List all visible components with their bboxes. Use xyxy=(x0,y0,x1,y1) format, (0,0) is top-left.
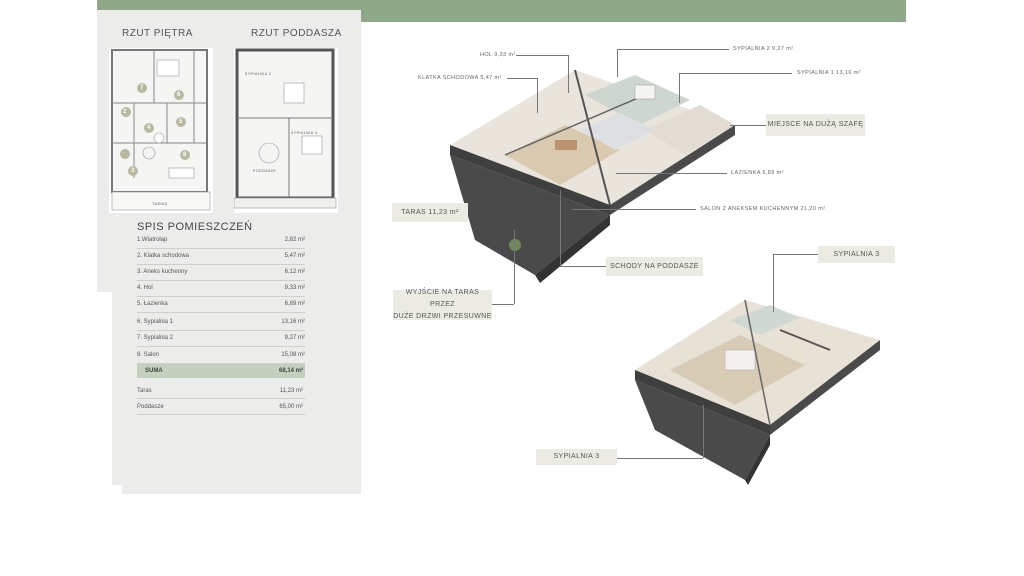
panel-strip xyxy=(97,292,112,494)
room-row: 7. Sypialnia 2 9,27 m² xyxy=(137,330,305,347)
callout-line xyxy=(537,78,538,113)
extra-area: 11,23 m² xyxy=(279,388,303,394)
room-area: 13,16 m² xyxy=(281,319,305,325)
room-number: 2 xyxy=(123,109,127,115)
room-row: 8. Salon 15,08 m² xyxy=(137,347,305,364)
attic-label-sypialnia2: SYPIALNIA 2 xyxy=(245,72,272,76)
room-name: 7. Sypialnia 2 xyxy=(137,335,174,341)
room-row: 4. Hol 9,33 m² xyxy=(137,280,305,297)
room-row: 3. Aneks kuchenny 6,12 m² xyxy=(137,264,305,281)
tag-taras: TARAS 11,23 m² xyxy=(392,203,468,222)
room-number-labels: 1 2 3 4 5 6 7 8 xyxy=(109,48,213,213)
attic-label-poddasze: PODDASZE xyxy=(253,169,277,173)
room-area: 2,82 m² xyxy=(284,237,305,243)
tag-schody: SCHODY NA PODDASZE xyxy=(606,257,703,276)
extra-name: Taras xyxy=(137,388,152,394)
tag-wyjscie-line2: DUŻE DRZWI PRZESUWNE xyxy=(393,313,492,320)
room-name: 5. Łazienka xyxy=(137,301,168,307)
callout-sypialnia1: SYPIALNIA 1 13,16 m² xyxy=(797,70,861,76)
room-name: 4. Hol xyxy=(137,285,153,291)
room-number: 1 xyxy=(149,133,153,139)
extra-name: Poddasze xyxy=(137,404,164,410)
callout-klatka: KLATKA SCHODOWA 5,47 m² xyxy=(418,75,502,81)
room-area: 15,08 m² xyxy=(281,352,305,358)
room-row: 6. Sypialnia 1 13,16 m² xyxy=(137,314,305,331)
callout-line xyxy=(773,254,818,255)
callout-line xyxy=(572,209,696,210)
extra-row: Poddasze 65,00 m² xyxy=(137,400,305,415)
room-name: 1.Wiatrołap xyxy=(137,237,168,243)
room-number: 6 xyxy=(177,92,181,98)
callout-lazienka: ŁAZIENKA 6,89 m² xyxy=(731,170,784,176)
room-area: 6,89 m² xyxy=(284,301,305,307)
sum-row: SUMA 68,14 m² xyxy=(137,364,305,378)
room-number: 4 xyxy=(147,125,151,131)
attic-3d-render xyxy=(635,299,880,485)
callout-line xyxy=(616,173,727,174)
attic-label-sypialnia4: SYPIALNIA 4 xyxy=(291,131,318,135)
attic-plan-title: RZUT PODDASZA xyxy=(251,28,342,39)
tag-szafa: MIEJSCE NA DUŻĄ SZAFĘ xyxy=(766,114,865,136)
callout-line xyxy=(617,49,729,50)
room-row: 2. Klatka schodowa 5,47 m² xyxy=(137,248,305,265)
callout-line xyxy=(560,190,561,266)
room-name: 3. Aneks kuchenny xyxy=(137,269,188,275)
callout-line xyxy=(617,458,703,459)
extra-row: Taras 11,23 m² xyxy=(137,384,305,399)
callout-line xyxy=(492,304,514,305)
room-row: 1.Wiatrołap 2,82 m² xyxy=(137,232,305,249)
room-number: 3 xyxy=(131,168,135,174)
callout-line xyxy=(679,73,792,74)
callout-line xyxy=(703,405,704,458)
callout-line xyxy=(773,254,774,312)
floor-3d-render xyxy=(450,69,735,283)
room-area: 9,27 m² xyxy=(284,335,305,341)
room-row: 5. Łazienka 6,89 m² xyxy=(137,296,305,313)
callout-hol: HOL 9,33 m² xyxy=(480,52,516,58)
room-number: 5 xyxy=(179,119,183,125)
room-number: 7 xyxy=(140,85,144,91)
callout-salon: SALON Z ANEKSEM KUCHENNYM 21,20 m² xyxy=(700,206,826,212)
callout-sypialnia2: SYPIALNIA 2 9,27 m² xyxy=(733,46,794,52)
sum-label: SUMA xyxy=(145,368,163,374)
callout-line xyxy=(730,125,766,126)
extra-area: 65,00 m² xyxy=(279,404,303,410)
room-area: 5,47 m² xyxy=(284,253,305,259)
room-area: 9,33 m² xyxy=(284,285,305,291)
panel-strip-bottom xyxy=(112,485,122,494)
callout-line xyxy=(516,55,568,56)
tag-sypialnia3-bottom: SYPIALNIA 3 xyxy=(536,449,617,465)
tag-wyjscie-line1: WYJŚCIE NA TARAS PRZEZ xyxy=(405,289,480,308)
room-area: 6,12 m² xyxy=(284,269,305,275)
floor-plan-title: RZUT PIĘTRA xyxy=(122,28,193,39)
callout-line xyxy=(507,78,537,79)
room-name: 2. Klatka schodowa xyxy=(137,253,190,259)
callout-line xyxy=(560,266,606,267)
callout-line xyxy=(514,230,515,304)
room-name: 6. Sypialnia 1 xyxy=(137,319,174,325)
callout-line xyxy=(617,49,618,77)
callout-line xyxy=(568,55,569,93)
callout-line xyxy=(679,73,680,103)
tag-wyjscie: WYJŚCIE NA TARAS PRZEZ DUŻE DRZWI PRZESU… xyxy=(393,289,492,320)
room-name: 8. Salon xyxy=(137,352,160,358)
room-number: 8 xyxy=(183,152,187,158)
tag-sypialnia3-top: SYPIALNIA 3 xyxy=(818,246,895,263)
sum-area: 68,14 m² xyxy=(278,368,303,374)
